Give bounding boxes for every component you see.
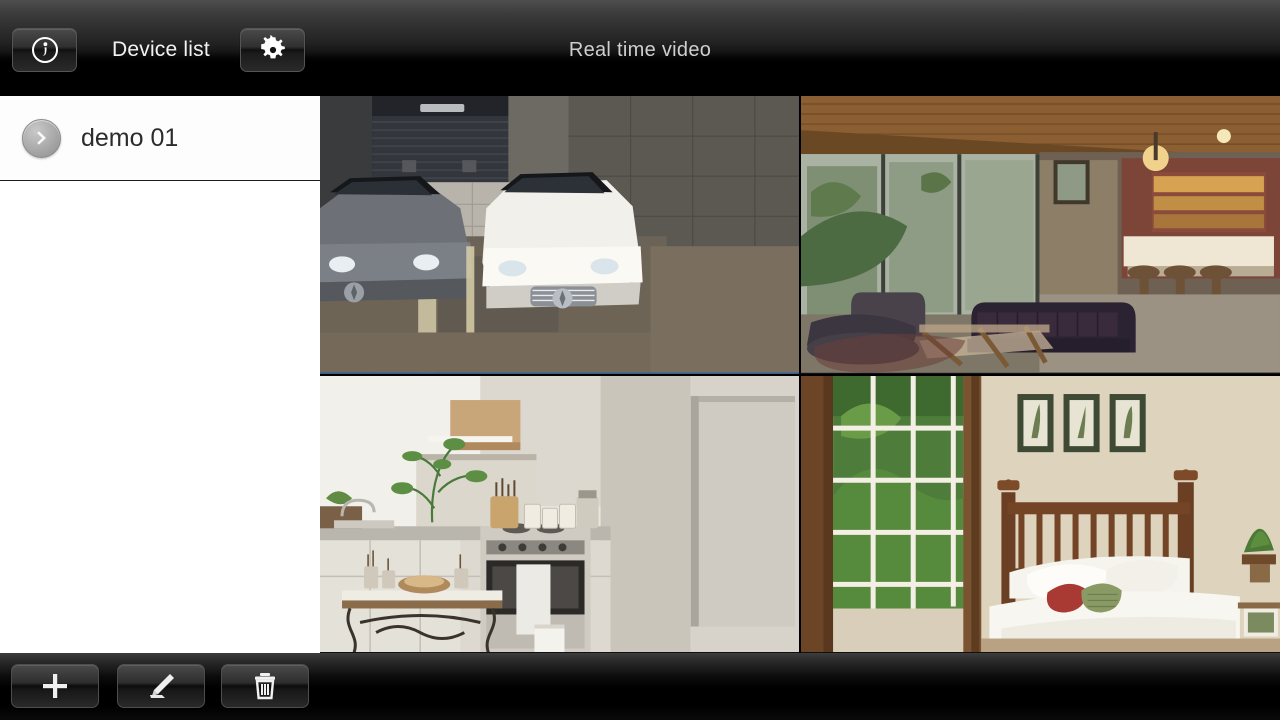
- video-panel-garage[interactable]: [320, 96, 799, 374]
- device-name: demo 01: [81, 123, 179, 152]
- pencil-icon: [145, 671, 177, 701]
- video-feed-kitchen: [320, 375, 799, 653]
- video-panel-kitchen[interactable]: [320, 375, 799, 653]
- edit-device-button[interactable]: [117, 664, 205, 708]
- device-list-sidebar: demo 01: [0, 96, 320, 653]
- app-window: Device list Real time video demo 01: [0, 0, 1280, 720]
- video-feed-living-room: [801, 96, 1280, 373]
- video-panel-bedroom[interactable]: [801, 375, 1280, 653]
- video-grid: [320, 96, 1280, 653]
- delete-device-button[interactable]: [221, 664, 309, 708]
- chevron-right-circle-icon[interactable]: [22, 118, 61, 158]
- trash-icon: [251, 671, 279, 701]
- video-feed-bedroom: [801, 375, 1280, 653]
- add-device-button[interactable]: [11, 664, 99, 708]
- video-feed-garage: [320, 96, 799, 373]
- video-panel-living-room[interactable]: [801, 96, 1280, 374]
- bottom-toolbar: 16: [0, 653, 1280, 720]
- plus-icon: [40, 671, 70, 701]
- list-item[interactable]: demo 01: [0, 96, 320, 181]
- header-bar: Device list Real time video: [0, 0, 1280, 96]
- page-title: Real time video: [568, 39, 712, 61]
